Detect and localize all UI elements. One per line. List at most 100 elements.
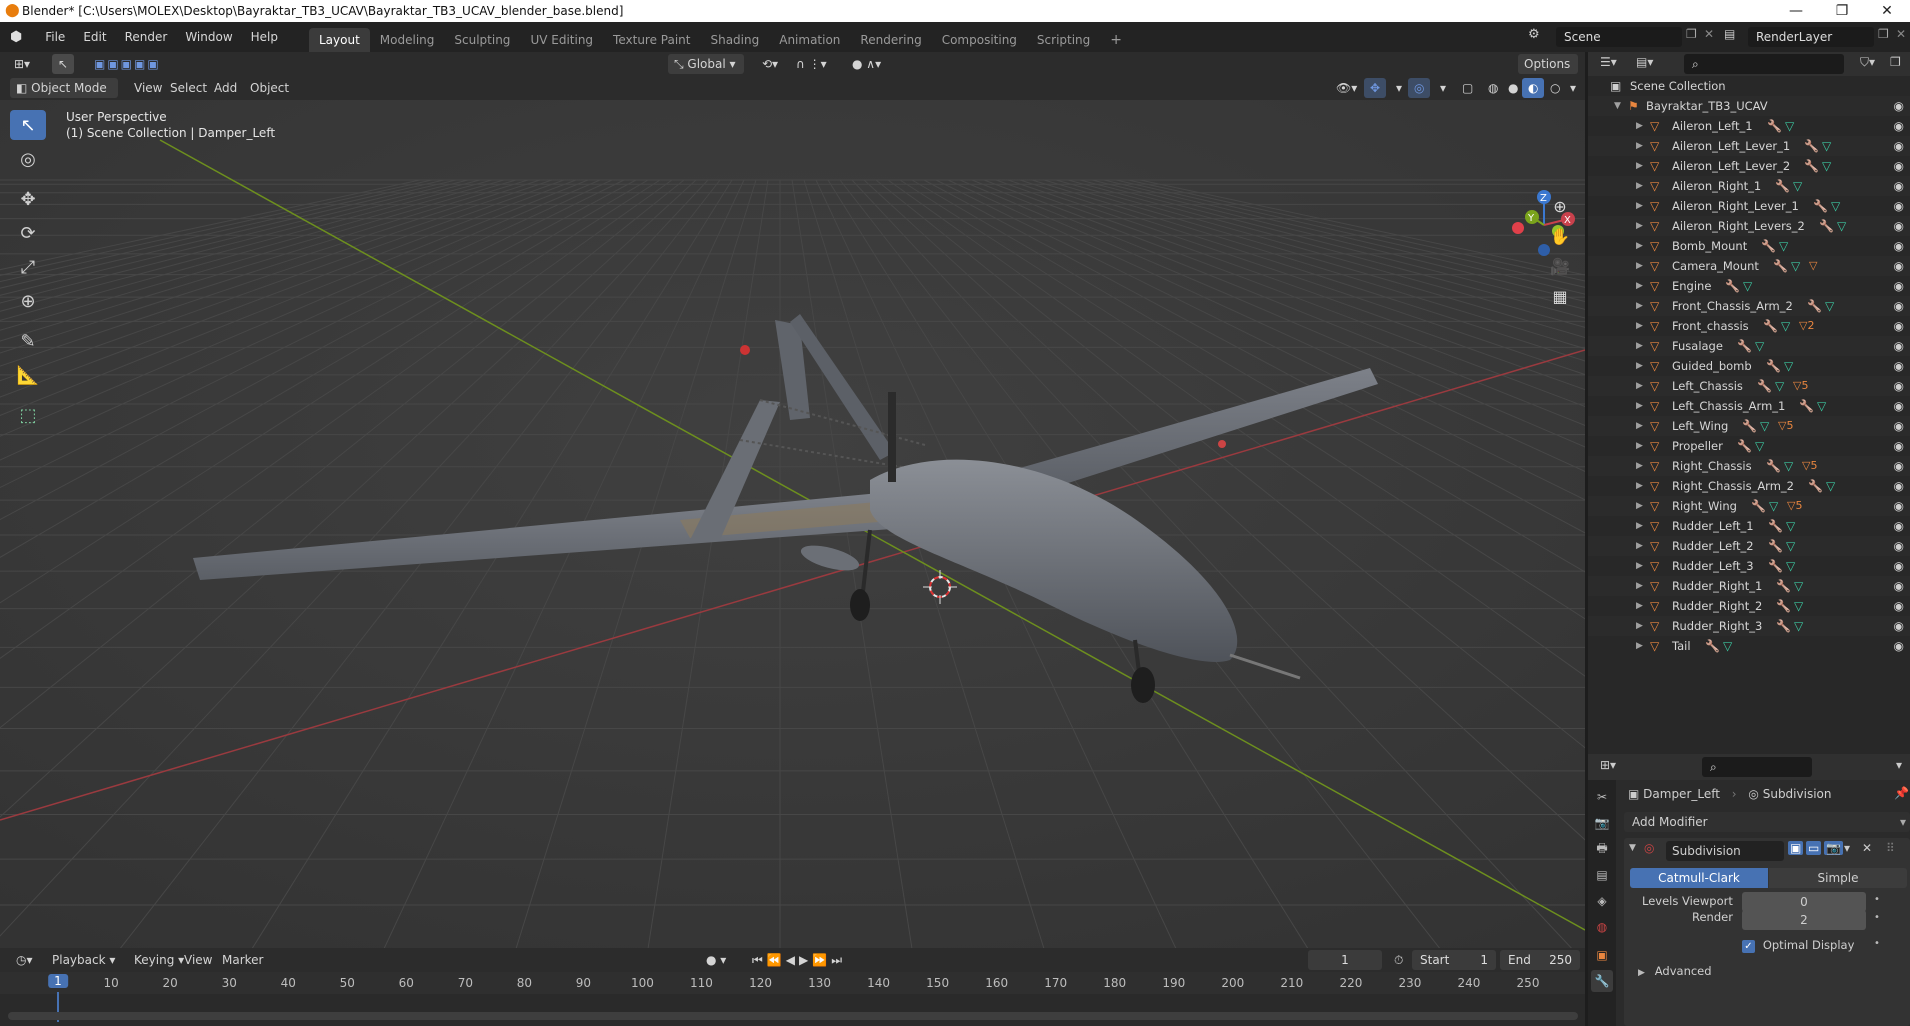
- visibility-eye-icon[interactable]: ◉: [1894, 536, 1904, 556]
- material-icon[interactable]: ▽: [1809, 256, 1817, 276]
- gizmo-toggle-icon[interactable]: ✥: [1364, 78, 1387, 98]
- scene-collection-row[interactable]: ▣ Scene Collection: [1588, 76, 1910, 96]
- modifier-icon[interactable]: 🔧: [1775, 176, 1790, 196]
- gizmo-dropdown-icon[interactable]: ▾: [1390, 78, 1408, 98]
- snap-icon[interactable]: ∩ ⋮▾: [790, 54, 833, 74]
- record-icon[interactable]: ● ▾: [700, 950, 732, 970]
- material-icon[interactable]: ▽5: [1802, 456, 1817, 476]
- modifier-icon[interactable]: 🔧: [1768, 536, 1783, 556]
- mesh-data-icon[interactable]: ▽: [1817, 396, 1826, 416]
- properties-search-input[interactable]: ⌕: [1702, 757, 1812, 777]
- modifier-icon[interactable]: 🔧: [1807, 296, 1822, 316]
- visibility-eye-icon[interactable]: ◉: [1894, 216, 1904, 236]
- modifier-options-icon[interactable]: ▾: [1844, 841, 1850, 855]
- visibility-eye-icon[interactable]: ◉: [1894, 176, 1904, 196]
- expand-arrow-icon[interactable]: ▶: [1636, 316, 1643, 336]
- mesh-data-icon[interactable]: ▽: [1784, 456, 1793, 476]
- outliner-object-row[interactable]: ▶ ▽ Right_Chassis_Arm_2 🔧 ▽ ◉: [1588, 476, 1910, 496]
- move-tool[interactable]: ✥: [10, 184, 46, 214]
- expand-arrow-icon[interactable]: ▶: [1636, 116, 1643, 136]
- shading-dropdown-icon[interactable]: ▾: [1564, 78, 1582, 98]
- material-shading-icon[interactable]: ◐: [1522, 78, 1545, 98]
- collapse-arrow-icon[interactable]: ▼: [1629, 843, 1636, 853]
- modifier-icon[interactable]: 🔧: [1767, 116, 1782, 136]
- remove-modifier-icon[interactable]: ✕: [1862, 841, 1872, 855]
- menu-file[interactable]: File: [36, 22, 74, 52]
- timeline-area[interactable]: 1 10 20 30 40 50 60 70 80 90 100 110 120 130 140 150 160…: [0, 972, 1585, 1026]
- annotate-tool[interactable]: ✎: [10, 326, 46, 356]
- tab-shading[interactable]: Shading: [700, 28, 769, 52]
- render-levels-field[interactable]: 2: [1742, 910, 1866, 930]
- modifier-tab-icon[interactable]: 🔧: [1591, 970, 1613, 992]
- tab-sculpting[interactable]: Sculpting: [444, 28, 520, 52]
- viewport-toggle-icon[interactable]: ▭: [1806, 841, 1822, 855]
- gizmo-neg-z-icon[interactable]: [1538, 244, 1550, 256]
- visibility-eye-icon[interactable]: ◉: [1894, 376, 1904, 396]
- modifier-icon[interactable]: 🔧: [1776, 596, 1791, 616]
- expand-arrow-icon[interactable]: ▶: [1636, 436, 1643, 456]
- view-layer-copy-icon[interactable]: ❐: [1878, 27, 1889, 41]
- current-frame-field[interactable]: 1: [1308, 950, 1382, 970]
- output-tab-icon[interactable]: 🖶: [1591, 838, 1613, 860]
- visibility-eye-icon[interactable]: ◉: [1894, 596, 1904, 616]
- expand-arrow-icon[interactable]: ▶: [1636, 376, 1643, 396]
- outliner-object-row[interactable]: ▶ ▽ Rudder_Right_3 🔧 ▽ ◉: [1588, 616, 1910, 636]
- properties-options-icon[interactable]: ▾: [1896, 758, 1902, 772]
- mesh-data-icon[interactable]: ▽: [1755, 336, 1764, 356]
- timeline-editor-icon[interactable]: ◷▾: [10, 950, 39, 970]
- modifier-icon[interactable]: 🔧: [1737, 336, 1752, 356]
- keyframe-dot-icon[interactable]: •: [1874, 938, 1880, 949]
- expand-arrow-icon[interactable]: ▶: [1636, 136, 1643, 156]
- outliner-object-row[interactable]: ▶ ▽ Rudder_Right_2 🔧 ▽ ◉: [1588, 596, 1910, 616]
- expand-arrow-icon[interactable]: ▶: [1636, 616, 1643, 636]
- select-box-tool[interactable]: ↖: [10, 110, 46, 140]
- tab-texture-paint[interactable]: Texture Paint: [603, 28, 700, 52]
- prev-keyframe-icon[interactable]: ⏪: [767, 953, 786, 967]
- tab-scripting[interactable]: Scripting: [1027, 28, 1100, 52]
- rotate-tool[interactable]: ⟳: [10, 218, 46, 248]
- levels-viewport-field[interactable]: 0: [1742, 892, 1866, 912]
- outliner-object-row[interactable]: ▶ ▽ Propeller 🔧 ▽ ◉: [1588, 436, 1910, 456]
- expand-arrow-icon[interactable]: ▶: [1636, 236, 1643, 256]
- outliner-object-row[interactable]: ▶ ▽ Aileron_Right_1 🔧 ▽ ◉: [1588, 176, 1910, 196]
- expand-arrow-icon[interactable]: ▶: [1636, 216, 1643, 236]
- blender-menu-icon[interactable]: ⬢: [10, 29, 22, 45]
- outliner-object-row[interactable]: ▶ ▽ Aileron_Right_Levers_2 🔧 ▽ ◉: [1588, 216, 1910, 236]
- transform-tool[interactable]: ⊕: [10, 286, 46, 316]
- scene-tab-icon[interactable]: ◈: [1591, 890, 1613, 912]
- mesh-data-icon[interactable]: ▽: [1786, 556, 1795, 576]
- scene-icon[interactable]: ⚙: [1528, 27, 1540, 42]
- scale-tool[interactable]: ⤢: [10, 252, 46, 282]
- scene-selector[interactable]: Scene: [1556, 27, 1682, 47]
- options-dropdown[interactable]: Options ▾: [1518, 54, 1578, 91]
- expand-arrow-icon[interactable]: ▶: [1636, 576, 1643, 596]
- mesh-data-icon[interactable]: ▽: [1822, 136, 1831, 156]
- material-icon[interactable]: ▽2: [1799, 316, 1814, 336]
- visibility-eye-icon[interactable]: ◉: [1894, 576, 1904, 596]
- menu-edit[interactable]: Edit: [74, 22, 115, 52]
- overlay-dropdown-icon[interactable]: ▾: [1434, 78, 1452, 98]
- outliner-object-row[interactable]: ▶ ▽ Rudder_Left_1 🔧 ▽ ◉: [1588, 516, 1910, 536]
- menu-select[interactable]: Select: [164, 78, 213, 98]
- mesh-data-icon[interactable]: ▽: [1826, 476, 1835, 496]
- modifier-icon[interactable]: 🔧: [1763, 316, 1778, 336]
- modifier-icon[interactable]: 🔧: [1773, 256, 1788, 276]
- scene-close-icon[interactable]: ✕: [1704, 27, 1714, 41]
- mesh-data-icon[interactable]: ▽: [1781, 316, 1790, 336]
- optimal-display-checkbox[interactable]: ✓ Optimal Display: [1742, 936, 1854, 954]
- overlay-toggle-icon[interactable]: ◎: [1408, 78, 1431, 98]
- expand-arrow-icon[interactable]: ▶: [1636, 596, 1643, 616]
- expand-arrow-icon[interactable]: ▶: [1636, 196, 1643, 216]
- view-layer-tab-icon[interactable]: ▤: [1591, 864, 1613, 886]
- outliner-object-row[interactable]: ▶ ▽ Front_Chassis_Arm_2 🔧 ▽ ◉: [1588, 296, 1910, 316]
- gizmo-neg-x-icon[interactable]: [1512, 222, 1524, 234]
- properties-editor-icon[interactable]: ⊞▾: [1600, 758, 1616, 772]
- visibility-eye-icon[interactable]: ◉: [1894, 616, 1904, 636]
- keyframe-dot-icon[interactable]: •: [1874, 894, 1880, 905]
- mesh-data-icon[interactable]: ▽: [1775, 376, 1784, 396]
- modifier-icon[interactable]: 🔧: [1761, 236, 1776, 256]
- mesh-data-icon[interactable]: ▽: [1760, 416, 1769, 436]
- expand-arrow-icon[interactable]: ▼: [1614, 96, 1621, 116]
- expand-arrow-icon[interactable]: ▶: [1636, 556, 1643, 576]
- visibility-eye-icon[interactable]: ◉: [1894, 556, 1904, 576]
